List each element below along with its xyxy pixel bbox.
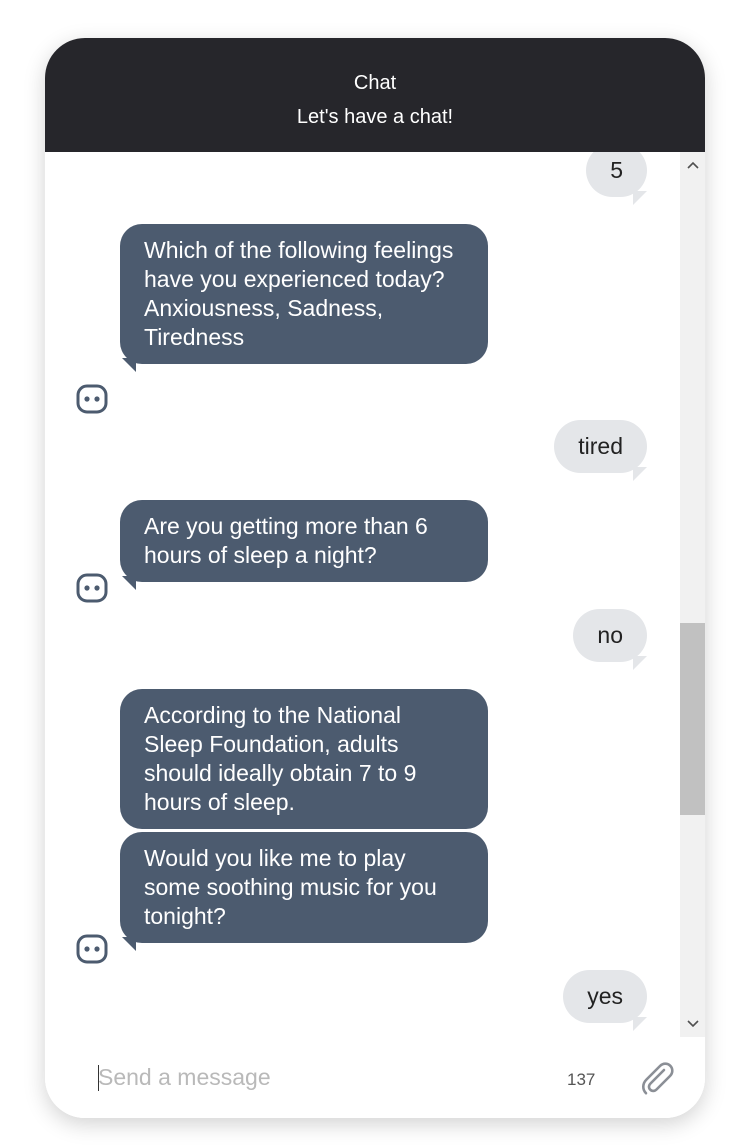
scrollbar-thumb[interactable] bbox=[680, 623, 705, 815]
user-message: no bbox=[573, 609, 647, 670]
character-count: 137 bbox=[567, 1070, 596, 1089]
chat-widget: Chat Let's have a chat! 5 Which of the f… bbox=[45, 38, 705, 1118]
scrollbar[interactable] bbox=[680, 152, 705, 1037]
message-input[interactable] bbox=[98, 1062, 498, 1092]
chat-subtitle: Let's have a chat! bbox=[296, 106, 454, 128]
user-message: tired bbox=[554, 420, 647, 481]
chat-title: Chat bbox=[353, 72, 397, 94]
user-message: yes bbox=[563, 970, 647, 1031]
message-list[interactable]: 5 Which of the following feelings have y… bbox=[45, 152, 680, 1037]
paperclip-icon bbox=[641, 1062, 674, 1095]
chat-header: Chat Let's have a chat! bbox=[45, 38, 705, 152]
bot-message: Which of the following feelings have you… bbox=[120, 224, 488, 372]
chevron-up-icon[interactable] bbox=[680, 154, 705, 176]
user-message: 5 bbox=[586, 152, 647, 205]
robot-face-icon bbox=[76, 573, 108, 603]
bot-message: Are you getting more than 6 hours of sle… bbox=[120, 500, 488, 590]
message-composer: 137 bbox=[45, 1037, 705, 1118]
robot-face-icon bbox=[76, 384, 108, 414]
bot-message: According to the National Sleep Foundati… bbox=[120, 689, 488, 829]
bot-message: Would you like me to play some soothing … bbox=[120, 832, 488, 951]
robot-face-icon bbox=[76, 934, 108, 964]
chevron-down-icon[interactable] bbox=[680, 1013, 705, 1035]
attach-button[interactable] bbox=[637, 1057, 677, 1097]
